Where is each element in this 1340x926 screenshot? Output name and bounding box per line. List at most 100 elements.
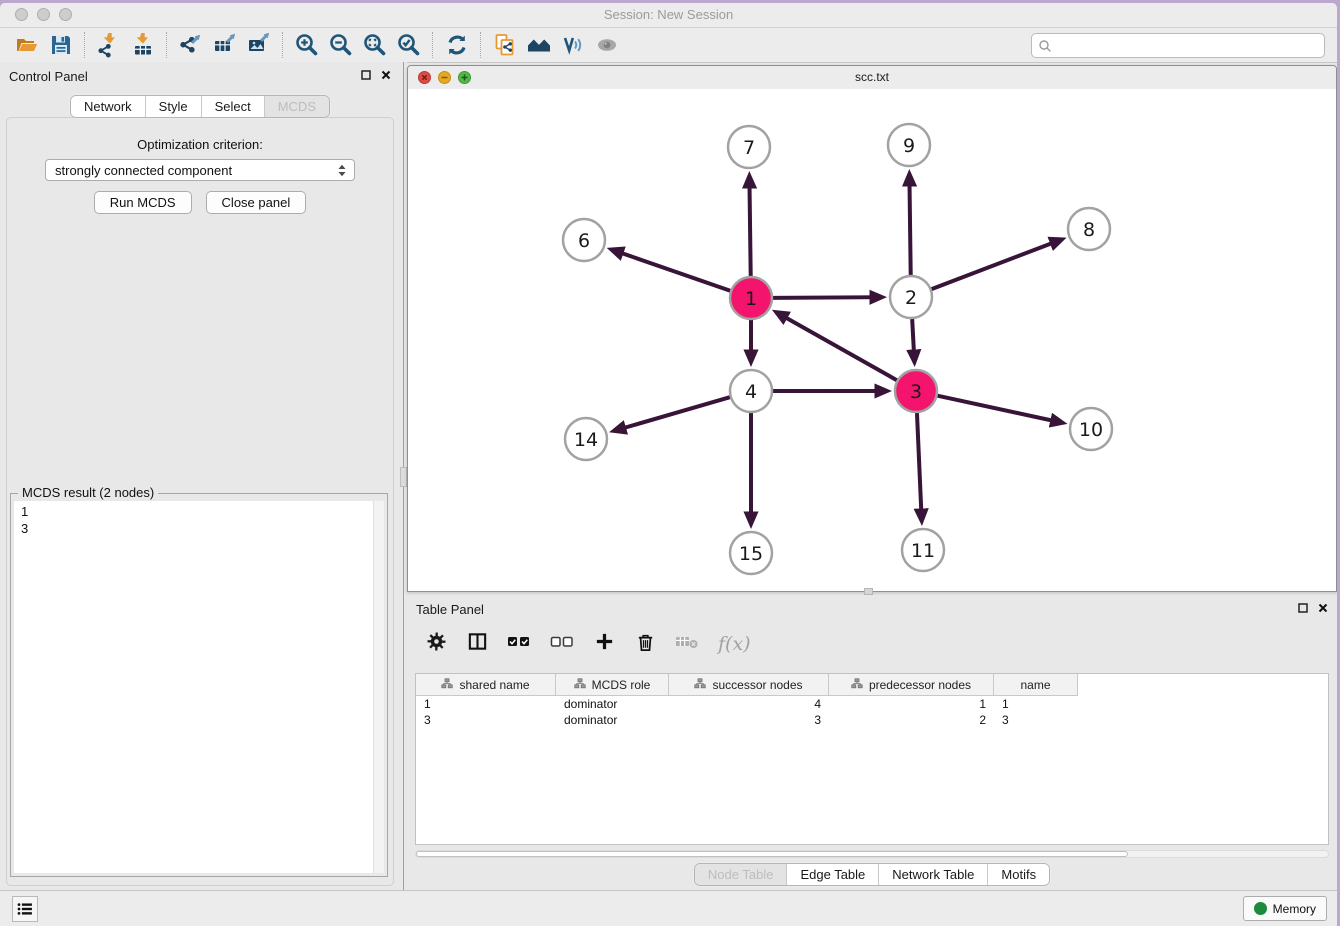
table-tab-network-table[interactable]: Network Table (878, 864, 987, 885)
table-tab-node-table[interactable]: Node Table (695, 864, 787, 885)
cell-predecessor-nodes: 2 (829, 712, 994, 728)
result-scrollbar[interactable] (373, 501, 384, 873)
column-header-predecessor-nodes[interactable]: predecessor nodes (829, 674, 994, 696)
panel-splitter[interactable] (400, 62, 407, 890)
copy-network-button[interactable] (488, 30, 522, 60)
run-mcds-button[interactable]: Run MCDS (94, 191, 192, 214)
hide-panel-icon (594, 32, 620, 58)
network-title: scc.txt (408, 70, 1336, 84)
node-label-1: 1 (745, 288, 757, 310)
node-label-14: 14 (574, 429, 598, 451)
splitter-handle[interactable] (400, 467, 407, 487)
node-label-2: 2 (905, 287, 917, 309)
network-canvas[interactable]: 7968124314101511 (408, 89, 1336, 591)
delete-column-button[interactable] (634, 631, 656, 657)
task-history-button[interactable] (12, 896, 38, 922)
cell-shared-name: 3 (416, 712, 556, 728)
node-label-9: 9 (903, 135, 915, 157)
cell-predecessor-nodes: 1 (829, 696, 994, 712)
zoom-in-icon (294, 32, 320, 58)
delete-table-button (675, 631, 699, 657)
hide-panel-button[interactable] (590, 30, 624, 60)
vizmapper-button[interactable] (556, 30, 590, 60)
add-column-button[interactable] (593, 631, 615, 657)
memory-button[interactable]: Memory (1243, 896, 1327, 921)
fx-builder-icon: f(x) (718, 633, 751, 655)
save-session-button[interactable] (44, 30, 78, 60)
unselect-all-button[interactable] (550, 631, 574, 657)
node-label-15: 15 (739, 543, 763, 565)
close-table-panel-icon[interactable] (1317, 602, 1329, 614)
save-session-icon (48, 32, 74, 58)
cell-name: 3 (994, 712, 1078, 728)
cell-successor-nodes: 3 (669, 712, 829, 728)
table-row[interactable]: 3dominator323 (416, 712, 1328, 728)
zoom-out-icon (328, 32, 354, 58)
edge-label-mark (909, 222, 911, 227)
import-table-icon (130, 32, 156, 58)
memory-status-icon (1254, 902, 1267, 915)
export-image-icon (246, 32, 272, 58)
column-header-successor-nodes[interactable]: successor nodes (669, 674, 829, 696)
network-bottom-handle[interactable] (864, 588, 873, 595)
network-window-titlebar[interactable]: scc.txt (408, 66, 1336, 90)
table-settings-button[interactable] (425, 631, 447, 657)
open-file-button[interactable] (10, 30, 44, 60)
search-box[interactable] (1031, 33, 1325, 58)
criterion-select[interactable]: strongly connected component (45, 159, 355, 181)
node-label-7: 7 (743, 137, 755, 159)
cell-MCDS-role: dominator (556, 696, 669, 712)
network-graph: 7968124314101511 (408, 89, 1336, 591)
column-type-icon (441, 678, 453, 692)
home-layout-button[interactable] (522, 30, 556, 60)
cell-name: 1 (994, 696, 1078, 712)
toolbar-separator (432, 32, 434, 58)
column-header-shared-name[interactable]: shared name (416, 674, 556, 696)
export-image-button[interactable] (242, 30, 276, 60)
node-label-11: 11 (911, 540, 935, 562)
criterion-value: strongly connected component (55, 163, 232, 178)
export-network-icon (178, 32, 204, 58)
network-view-window: scc.txt 7968124314101511 (407, 65, 1337, 592)
column-header-MCDS-role[interactable]: MCDS role (556, 674, 669, 696)
import-network-button[interactable] (92, 30, 126, 60)
tab-mcds[interactable]: MCDS (264, 96, 329, 117)
table-hscroll-thumb[interactable] (416, 851, 1128, 857)
zoom-fit-button[interactable] (358, 30, 392, 60)
control-panel: Control Panel NetworkStyleSelectMCDS Opt… (0, 62, 400, 890)
import-table-button[interactable] (126, 30, 160, 60)
fx-builder-button: f(x) (718, 631, 751, 657)
select-all-button[interactable] (507, 631, 531, 657)
tab-network[interactable]: Network (71, 96, 145, 117)
close-panel-icon[interactable] (380, 69, 392, 81)
table-tab-edge-table[interactable]: Edge Table (786, 864, 878, 885)
zoom-out-button[interactable] (324, 30, 358, 60)
float-panel-icon[interactable] (360, 69, 372, 81)
zoom-selected-button[interactable] (392, 30, 426, 60)
edge-label-mark (750, 338, 752, 343)
open-file-icon (14, 32, 40, 58)
mcds-result-title: MCDS result (2 nodes) (18, 485, 158, 500)
split-columns-button[interactable] (466, 631, 488, 657)
close-panel-button[interactable]: Close panel (206, 191, 307, 214)
cell-MCDS-role: dominator (556, 712, 669, 728)
refresh-view-button[interactable] (440, 30, 474, 60)
export-network-button[interactable] (174, 30, 208, 60)
cell-successor-nodes: 4 (669, 696, 829, 712)
add-column-icon (594, 631, 615, 657)
column-header-name[interactable]: name (994, 674, 1078, 696)
cell-shared-name: 1 (416, 696, 556, 712)
float-table-panel-icon[interactable] (1297, 602, 1309, 614)
tab-select[interactable]: Select (201, 96, 264, 117)
table-row[interactable]: 1dominator411 (416, 696, 1328, 712)
tab-style[interactable]: Style (145, 96, 201, 117)
table-tab-motifs[interactable]: Motifs (987, 864, 1049, 885)
copy-network-icon (492, 32, 518, 58)
node-table: shared nameMCDS rolesuccessor nodesprede… (415, 673, 1329, 845)
search-input[interactable] (1052, 37, 1324, 54)
table-settings-icon (426, 631, 447, 657)
export-table-button[interactable] (208, 30, 242, 60)
table-hscrollbar[interactable] (415, 850, 1329, 858)
mcds-result-area: 1 3 (14, 501, 384, 873)
zoom-in-button[interactable] (290, 30, 324, 60)
